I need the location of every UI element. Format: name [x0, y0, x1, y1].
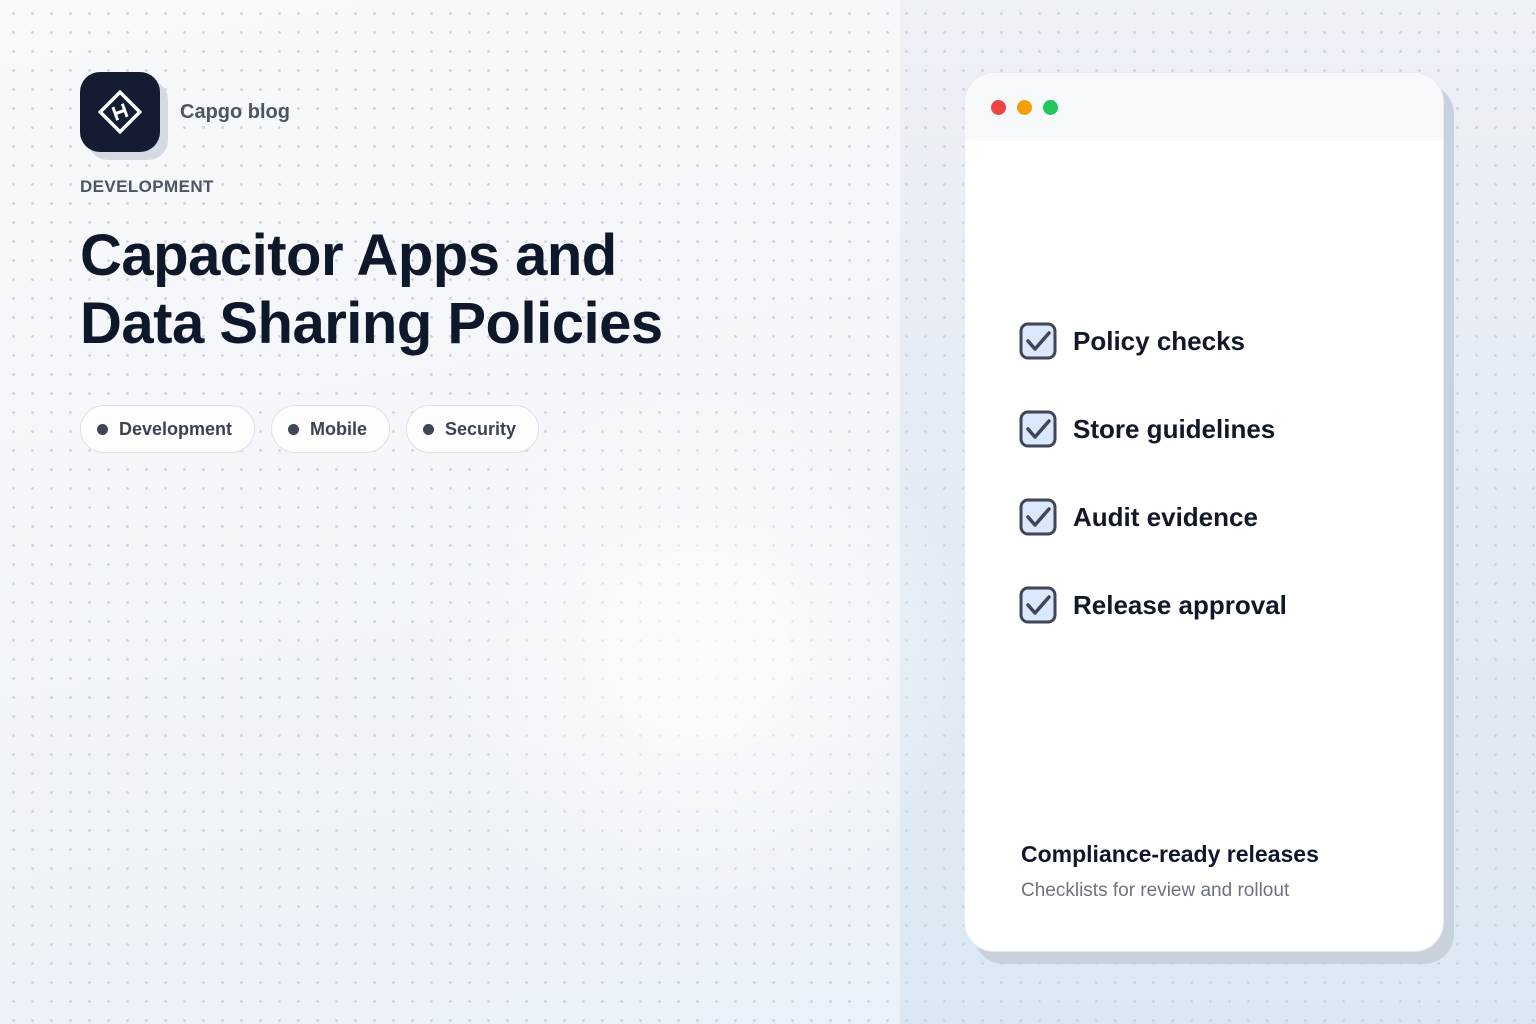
checkbox-checked-icon[interactable]: [1019, 586, 1057, 624]
checkbox-checked-icon[interactable]: [1019, 322, 1057, 360]
title-line-2: Data Sharing Policies: [80, 291, 663, 356]
card-footer-subtitle: Checklists for review and rollout: [1021, 880, 1290, 901]
checklist: Policy checks Store guidelines Audit evi…: [1019, 321, 1287, 673]
window-minimize-dot: [1017, 99, 1032, 115]
tag-development[interactable]: Development: [80, 405, 256, 453]
brand-logo[interactable]: [80, 72, 168, 160]
checkbox-checked-icon[interactable]: [1019, 410, 1057, 448]
card-footer: Compliance-ready releases Checklists for…: [1021, 841, 1319, 902]
tag-label: Development: [119, 418, 233, 439]
brand[interactable]: Capgo blog: [80, 72, 290, 160]
title-line-1: Capacitor Apps and: [80, 223, 617, 288]
tag-bullet-icon: [423, 423, 435, 435]
checklist-item-label: Audit evidence: [1073, 501, 1258, 532]
window-titlebar: [965, 73, 1443, 141]
checklist-card: Policy checks Store guidelines Audit evi…: [964, 72, 1444, 952]
tag-mobile[interactable]: Mobile: [271, 405, 391, 453]
category-label[interactable]: DEVELOPMENT: [80, 177, 214, 197]
page-title: Capacitor Apps and Data Sharing Policies: [80, 222, 780, 358]
card-footer-title: Compliance-ready releases: [1021, 841, 1319, 867]
tag-label: Mobile: [310, 418, 368, 439]
window-close-dot: [991, 99, 1006, 115]
diamond-logo-icon: [80, 72, 160, 152]
window-maximize-dot: [1043, 99, 1058, 115]
checklist-item-label: Store guidelines: [1073, 413, 1276, 444]
checklist-item-policy-checks[interactable]: Policy checks: [1019, 321, 1287, 361]
checklist-item-label: Release approval: [1073, 589, 1287, 620]
tag-list: Development Mobile Security: [80, 405, 555, 453]
checklist-item-label: Policy checks: [1073, 325, 1245, 356]
checklist-item-audit-evidence[interactable]: Audit evidence: [1019, 497, 1287, 537]
checklist-item-release-approval[interactable]: Release approval: [1019, 585, 1287, 625]
tag-bullet-icon: [97, 423, 108, 435]
checkbox-checked-icon[interactable]: [1019, 498, 1057, 536]
brand-name[interactable]: Capgo blog: [180, 101, 290, 124]
checklist-item-store-guidelines[interactable]: Store guidelines: [1019, 409, 1287, 449]
tag-label: Security: [445, 418, 517, 439]
background-glow: [420, 380, 980, 940]
tag-bullet-icon: [288, 423, 300, 435]
tag-security[interactable]: Security: [406, 405, 540, 453]
